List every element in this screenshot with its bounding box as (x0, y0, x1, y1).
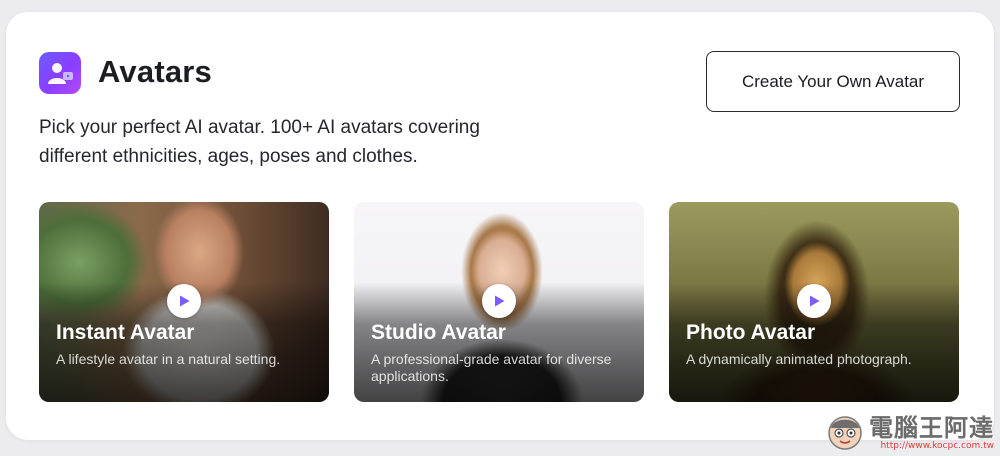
page-subtitle: Pick your perfect AI avatar. 100+ AI ava… (39, 117, 480, 167)
avatars-panel: Avatars Pick your perfect AI avatar. 100… (6, 12, 994, 440)
card-description: A dynamically animated photograph. (686, 351, 912, 367)
play-icon[interactable] (482, 284, 516, 318)
photo-avatar-card[interactable]: Photo Avatar A dynamically animated phot… (669, 202, 959, 402)
card-description: A lifestyle avatar in a natural setting. (56, 351, 281, 367)
page-title: Avatars (98, 54, 212, 89)
instant-avatar-card[interactable]: Instant Avatar A lifestyle avatar in a n… (39, 202, 329, 402)
card-title: Studio Avatar (371, 321, 506, 344)
studio-avatar-card[interactable]: Studio Avatar A professional-grade avata… (354, 202, 644, 402)
card-title: Photo Avatar (686, 321, 816, 344)
play-icon[interactable] (167, 284, 201, 318)
play-icon[interactable] (797, 284, 831, 318)
card-description: A professional-grade avatar for diverse … (371, 351, 612, 384)
site-watermark: 電腦王阿達 http://www.kocpc.com.tw (825, 412, 994, 452)
mascot-logo-icon (828, 416, 862, 450)
watermark-url: http://www.kocpc.com.tw (880, 441, 994, 451)
watermark-brand: 電腦王阿達 (869, 414, 994, 442)
avatar-person-icon (39, 52, 81, 94)
create-own-avatar-button[interactable]: Create Your Own Avatar (706, 51, 960, 112)
card-title: Instant Avatar (56, 321, 195, 344)
